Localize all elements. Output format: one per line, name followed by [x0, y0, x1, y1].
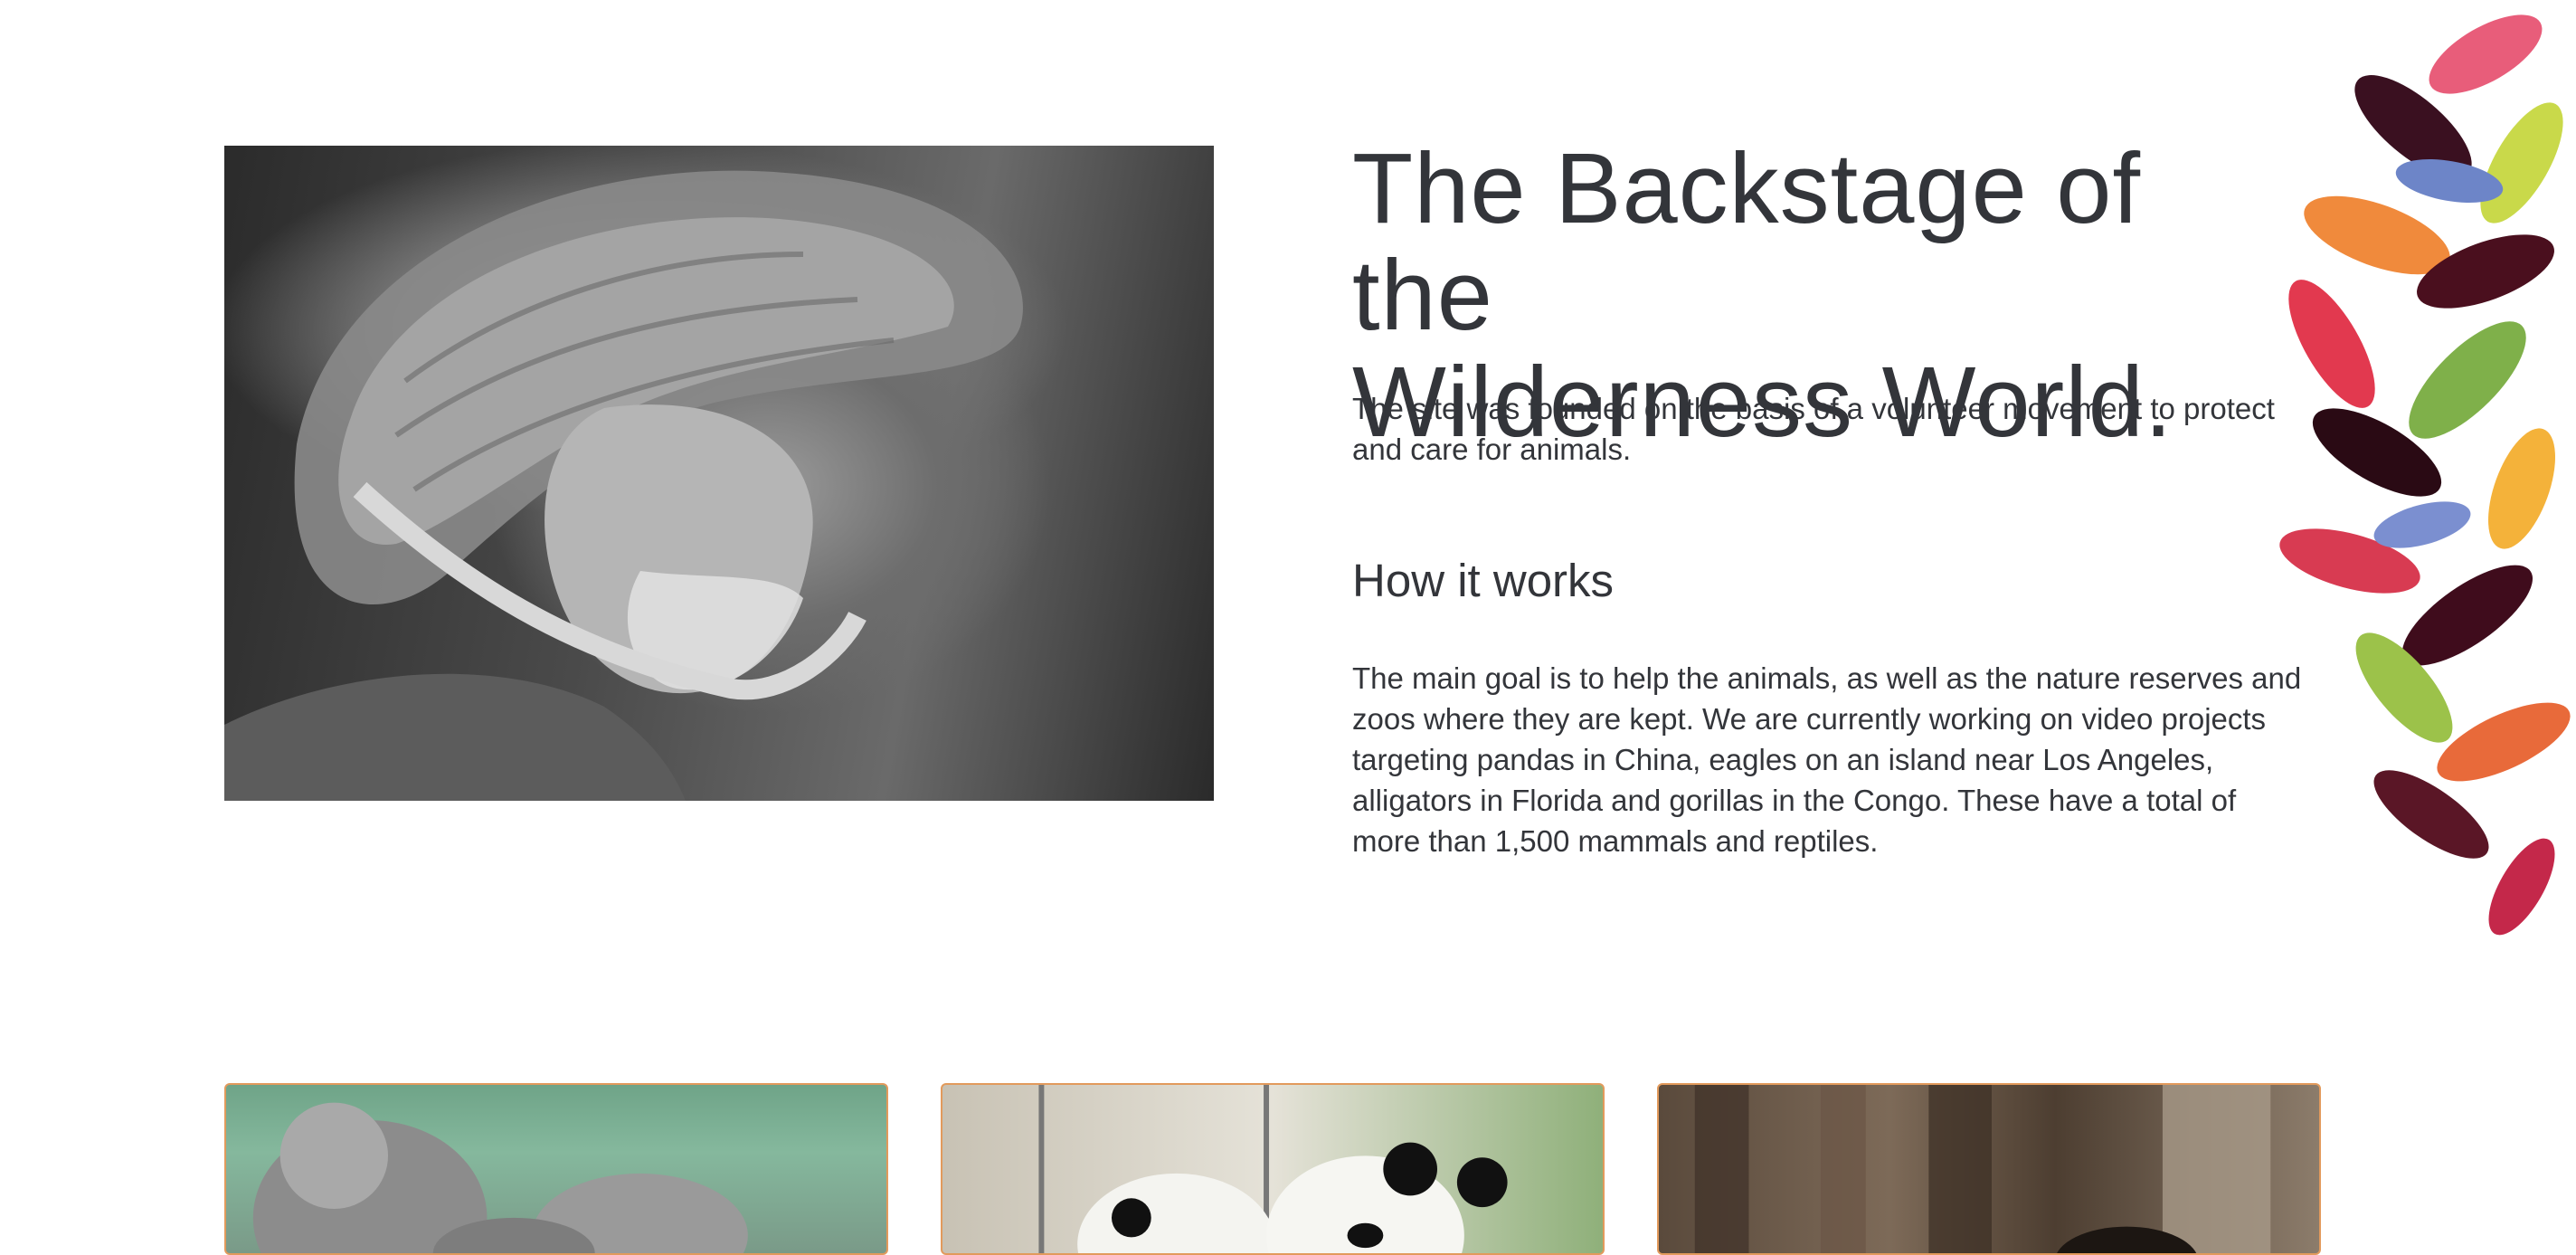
how-it-works-heading: How it works [1352, 555, 1615, 606]
gorilla-image [1694, 1085, 2271, 1253]
card-gorilla[interactable] [1657, 1083, 2321, 1255]
koala-image [252, 1102, 748, 1253]
how-it-works-paragraph: The main goal is to help the animals, as… [1352, 661, 2302, 858]
card-koala[interactable] [224, 1083, 888, 1255]
intro-paragraph: The site was founded on the basis of a v… [1352, 392, 2275, 466]
man-portrait-illustration [224, 170, 1023, 801]
page: The Backstage of the Wilderness World. T… [0, 0, 2576, 1255]
page-title-line-1: The Backstage of the [1352, 133, 2142, 351]
pandas-image [1038, 1085, 1508, 1253]
hero-photo [224, 146, 1214, 801]
card-pandas[interactable] [941, 1083, 1605, 1255]
